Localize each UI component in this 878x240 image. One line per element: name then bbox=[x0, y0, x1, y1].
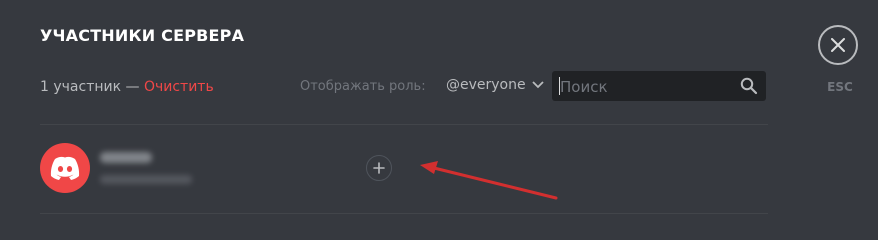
role-filter-label: Отображать роль: bbox=[300, 79, 426, 94]
role-filter-value: @everyone bbox=[446, 77, 526, 93]
close-icon bbox=[831, 38, 845, 52]
search-icon[interactable] bbox=[740, 77, 758, 95]
member-tag-redacted bbox=[100, 175, 192, 184]
divider bbox=[40, 124, 768, 125]
add-role-button[interactable] bbox=[366, 155, 392, 181]
member-count: 1 участник — bbox=[40, 79, 140, 95]
discord-logo-icon bbox=[50, 156, 80, 180]
member-count-row: 1 участник — Очистить bbox=[40, 79, 214, 95]
close-button[interactable] bbox=[818, 25, 858, 65]
search-box[interactable] bbox=[552, 71, 766, 103]
plus-icon bbox=[373, 162, 385, 174]
divider bbox=[40, 213, 768, 214]
member-name-redacted bbox=[100, 152, 152, 163]
chevron-down-icon bbox=[531, 81, 544, 89]
clear-link[interactable]: Очистить bbox=[144, 79, 214, 95]
role-filter-dropdown[interactable]: @everyone bbox=[446, 77, 544, 93]
text-cursor bbox=[559, 77, 560, 95]
search-input[interactable] bbox=[552, 71, 742, 103]
page-title: УЧАСТНИКИ СЕРВЕРА bbox=[40, 26, 245, 45]
avatar[interactable] bbox=[40, 143, 90, 193]
esc-label: ESC bbox=[827, 80, 853, 94]
